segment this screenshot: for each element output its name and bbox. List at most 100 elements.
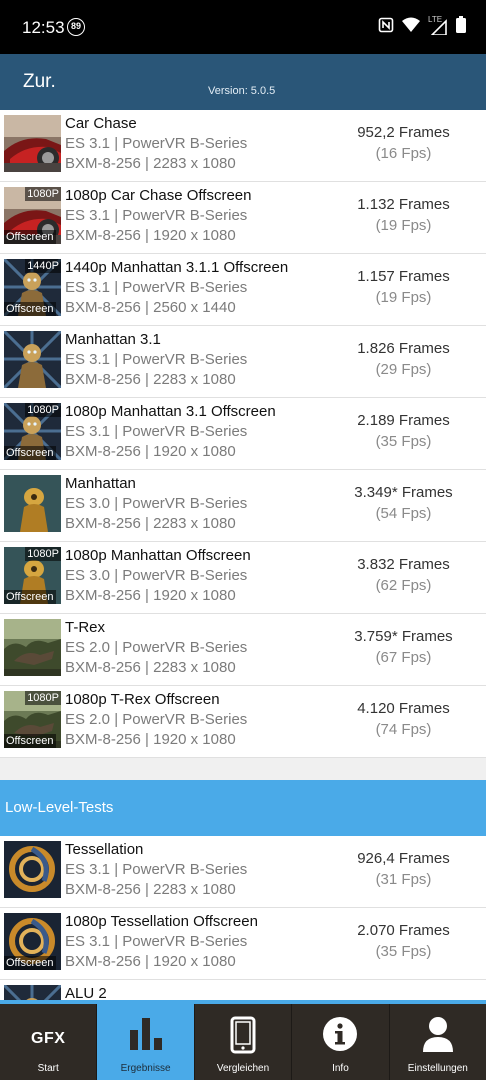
section-header-low-level: Low-Level-Tests xyxy=(0,780,486,836)
info-icon xyxy=(322,1016,358,1057)
test-info: Manhattan ES 3.0 | PowerVR B-Series BXM-8-… xyxy=(65,474,247,534)
offscreen-tag: Offscreen xyxy=(4,446,56,460)
score-fps: (74 Fps) xyxy=(375,721,432,738)
test-thumbnail: 1440P Offscreen xyxy=(4,259,61,316)
test-resolution: BXM-8-256 | 1920 x 1080 xyxy=(65,227,236,244)
test-api: ES 3.1 | PowerVR B-Series xyxy=(65,279,248,296)
test-result-row[interactable]: Offscreen 1080p Tessellation Offscreen ES … xyxy=(0,908,486,980)
test-title: Manhattan xyxy=(65,475,136,492)
test-result-row[interactable]: Tessellation ES 3.1 | PowerVR B-Series BXM… xyxy=(0,836,486,908)
score-frames: 1.132 Frames xyxy=(357,196,450,213)
bar-chart-icon xyxy=(128,1016,164,1057)
section-spacer xyxy=(0,758,486,780)
score-frames: 2.070 Frames xyxy=(357,922,450,939)
resolution-tag: 1440P xyxy=(25,259,61,273)
score-fps: (54 Fps) xyxy=(375,505,432,522)
score-frames: 1.157 Frames xyxy=(357,268,450,285)
test-resolution: BXM-8-256 | 2283 x 1080 xyxy=(65,371,236,388)
resolution-tag: 1080P xyxy=(25,187,61,201)
nav-label: Start xyxy=(37,1063,59,1074)
wifi-icon xyxy=(402,17,420,37)
test-api: ES 3.0 | PowerVR B-Series xyxy=(65,495,248,512)
test-title: 1080p Car Chase Offscreen xyxy=(65,187,252,204)
test-thumbnail xyxy=(4,619,61,676)
score-fps: (67 Fps) xyxy=(375,649,432,666)
test-thumbnail: 1080P Offscreen xyxy=(4,547,61,604)
nav-ergebnisse[interactable]: Ergebnisse xyxy=(97,1004,195,1080)
offscreen-tag: Offscreen xyxy=(4,590,56,604)
test-title: Car Chase xyxy=(65,115,137,132)
test-api: ES 3.1 | PowerVR B-Series xyxy=(65,423,248,440)
nav-vergleichen[interactable]: Vergleichen xyxy=(195,1004,293,1080)
version-label: Version: 5.0.5 xyxy=(208,85,276,97)
offscreen-tag: Offscreen xyxy=(4,734,56,748)
test-title: Tessellation xyxy=(65,841,144,858)
test-result-row[interactable]: 1080P Offscreen 1080p T-Rex Offscreen ES 2.… xyxy=(0,686,486,758)
test-resolution: BXM-8-256 | 2283 x 1080 xyxy=(65,515,236,532)
nav-info[interactable]: Info xyxy=(292,1004,390,1080)
test-api: ES 3.1 | PowerVR B-Series xyxy=(65,861,248,878)
test-resolution: BXM-8-256 | 1920 x 1080 xyxy=(65,443,236,460)
test-result-row[interactable]: 1080P Offscreen 1080p Manhattan Offscreen E… xyxy=(0,542,486,614)
test-result-row[interactable]: Manhattan 3.1 ES 3.1 | PowerVR B-Series BX… xyxy=(0,326,486,398)
test-info: 1440p Manhattan 3.1.1 Offscreen ES 3.1 | … xyxy=(65,258,288,318)
battery-icon xyxy=(456,16,466,38)
offscreen-tag: Offscreen xyxy=(4,302,56,316)
test-resolution: BXM-8-256 | 1920 x 1080 xyxy=(65,587,236,604)
test-thumbnail xyxy=(4,841,61,898)
nav-label: Vergleichen xyxy=(216,1063,270,1074)
test-thumbnail: 1080P Offscreen xyxy=(4,187,61,244)
nav-label: Info xyxy=(332,1063,349,1074)
test-result-row[interactable]: 1080P Offscreen 1080p Manhattan 3.1 Offscr… xyxy=(0,398,486,470)
score-frames: 3.759* Frames xyxy=(354,628,453,645)
app-header: Zur. Version: 5.0.5 xyxy=(0,54,486,110)
test-title: 1080p Tessellation Offscreen xyxy=(65,913,258,930)
test-result-row[interactable]: 1080P Offscreen 1080p Car Chase Offscreen E… xyxy=(0,182,486,254)
score-fps: (35 Fps) xyxy=(375,943,432,960)
back-button[interactable]: Zur. xyxy=(23,71,56,93)
score-fps: (31 Fps) xyxy=(375,871,432,888)
test-score: 1.132 Frames (19 Fps) xyxy=(321,194,486,236)
test-result-row[interactable]: Car Chase ES 3.1 | PowerVR B-Series BXM-8-… xyxy=(0,110,486,182)
test-title: T-Rex xyxy=(65,619,106,636)
test-resolution: BXM-8-256 | 2283 x 1080 xyxy=(65,659,236,676)
test-info: Car Chase ES 3.1 | PowerVR B-Series BXM-8-… xyxy=(65,114,247,174)
test-result-row[interactable]: 1440P Offscreen 1440p Manhattan 3.1.1 Offs… xyxy=(0,254,486,326)
offscreen-tag: Offscreen xyxy=(4,956,56,970)
test-api: ES 3.1 | PowerVR B-Series xyxy=(65,351,248,368)
test-info: Manhattan 3.1 ES 3.1 | PowerVR B-Series BX… xyxy=(65,330,247,390)
test-resolution: BXM-8-256 | 2283 x 1080 xyxy=(65,881,236,898)
gfx-logo-icon: GFX xyxy=(31,1030,66,1047)
score-fps: (29 Fps) xyxy=(375,361,432,378)
test-title: 1440p Manhattan 3.1.1 Offscreen xyxy=(65,259,289,276)
test-result-row[interactable]: Manhattan ES 3.0 | PowerVR B-Series BXM-8-… xyxy=(0,470,486,542)
nfc-icon xyxy=(378,17,394,38)
nav-start[interactable]: GFX Start xyxy=(0,1004,98,1080)
results-list[interactable]: Car Chase ES 3.1 | PowerVR B-Series BXM-8-… xyxy=(0,110,486,1052)
status-bar: 12:53 89 LTE xyxy=(0,0,486,54)
high-level-tests: Car Chase ES 3.1 | PowerVR B-Series BXM-8-… xyxy=(0,110,486,758)
test-score: 926,4 Frames (31 Fps) xyxy=(321,848,486,890)
test-info: 1080p Car Chase Offscreen ES 3.1 | PowerV… xyxy=(65,186,252,246)
bottom-navigation: GFX Start Ergebnisse Vergleichen Info Ei… xyxy=(0,1000,486,1080)
test-info: 1080p T-Rex Offscreen ES 2.0 | PowerVR B-… xyxy=(65,690,247,750)
test-score: 1.826 Frames (29 Fps) xyxy=(321,338,486,380)
test-resolution: BXM-8-256 | 1920 x 1080 xyxy=(65,953,236,970)
test-info: 1080p Tessellation Offscreen ES 3.1 | Pow… xyxy=(65,912,258,972)
test-score: 2.189 Frames (35 Fps) xyxy=(321,410,486,452)
resolution-tag: 1080P xyxy=(25,691,61,705)
test-result-row[interactable]: T-Rex ES 2.0 | PowerVR B-Series BXM-8-256 … xyxy=(0,614,486,686)
test-title: 1080p Manhattan Offscreen xyxy=(65,547,251,564)
test-api: ES 3.1 | PowerVR B-Series xyxy=(65,135,248,152)
test-api: ES 3.1 | PowerVR B-Series xyxy=(65,207,248,224)
nav-label: Einstellungen xyxy=(407,1063,468,1074)
score-fps: (35 Fps) xyxy=(375,433,432,450)
score-fps: (19 Fps) xyxy=(375,217,432,234)
nav-einstellungen[interactable]: Einstellungen xyxy=(390,1004,486,1080)
test-api: ES 2.0 | PowerVR B-Series xyxy=(65,711,248,728)
test-thumbnail: 1080P Offscreen xyxy=(4,691,61,748)
score-fps: (16 Fps) xyxy=(375,145,432,162)
status-time: 12:53 xyxy=(22,18,65,37)
test-info: 1080p Manhattan 3.1 Offscreen ES 3.1 | Po… xyxy=(65,402,276,462)
test-thumbnail: 1080P Offscreen xyxy=(4,403,61,460)
